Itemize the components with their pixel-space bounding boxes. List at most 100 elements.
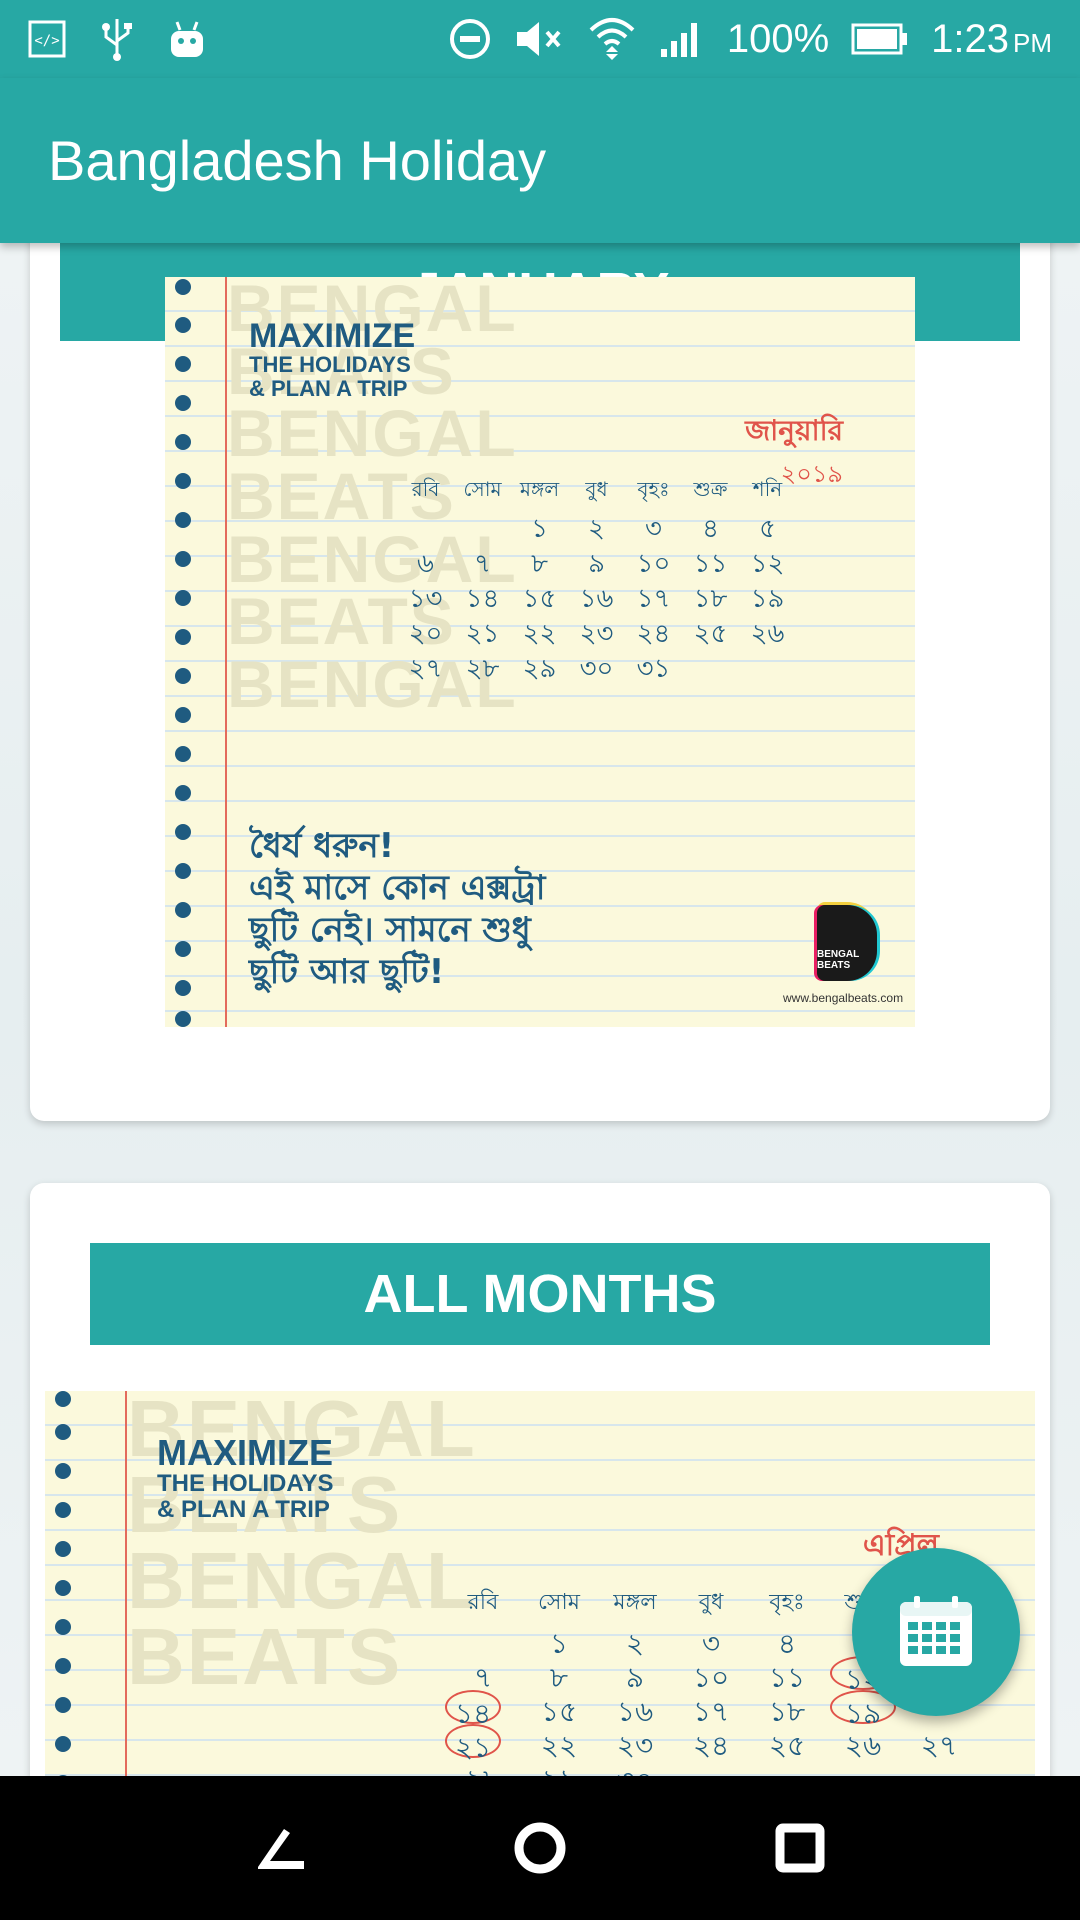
- home-button[interactable]: [500, 1808, 580, 1888]
- clock-ampm: PM: [1013, 27, 1052, 58]
- android-icon: [168, 19, 206, 59]
- week-row: ২৭ ২৮ ২৯ ৩০ ৩১: [397, 648, 796, 684]
- day: ১৫: [522, 584, 557, 614]
- day: [445, 1622, 521, 1656]
- weekday: বৃহঃ: [769, 1590, 805, 1615]
- day: ২৩: [579, 619, 614, 649]
- weekday: বুধ: [585, 477, 608, 501]
- day: ২৩: [616, 1729, 654, 1762]
- brand-url: www.bengalbeats.com: [783, 991, 904, 1005]
- day: ৮: [549, 1661, 569, 1694]
- calendar-fab-button[interactable]: [852, 1548, 1020, 1716]
- clock: 1:23 PM: [931, 17, 1052, 62]
- weekday: রবি: [467, 1590, 499, 1615]
- weekday: সোম: [537, 1590, 581, 1615]
- weekday: শুক্র: [693, 477, 728, 501]
- day: ১: [549, 1627, 569, 1660]
- notebook-holes: [55, 1391, 71, 1776]
- day: ৯: [588, 549, 605, 579]
- day: ১৮: [768, 1695, 806, 1728]
- day: ৭: [473, 1661, 493, 1694]
- headline-line: MAXIMIZE: [157, 1432, 333, 1473]
- day: ২৬: [750, 619, 785, 649]
- recents-button[interactable]: [760, 1808, 840, 1888]
- weekday: মঙ্গল: [519, 477, 560, 501]
- day: ৩: [645, 514, 662, 544]
- headline-line: & PLAN A TRIP: [157, 1496, 330, 1523]
- headline-line: & PLAN A TRIP: [249, 376, 408, 401]
- back-icon: [258, 1829, 304, 1869]
- week-row: ২০ ২১ ২২ ২৩ ২৪ ২৫ ২৬: [397, 613, 796, 649]
- day: [739, 648, 796, 683]
- day: ৯: [625, 1661, 645, 1694]
- headline-line: MAXIMIZE: [249, 317, 416, 355]
- weekday-row: রবি সোম মঙ্গল বুধ বৃহঃ শুক্র শনি: [397, 475, 796, 508]
- day: ২৭: [920, 1729, 958, 1762]
- all-months-banner: ALL MONTHS: [90, 1243, 990, 1345]
- weekday: সোম: [463, 477, 502, 501]
- calendar-grid: রবি সোম মঙ্গল বুধ বৃহঃ শুক্র শনি ১২৩৪৫ ৬…: [397, 475, 796, 684]
- weekday: মঙ্গল: [613, 1590, 657, 1615]
- week-row: ৬ ৭ ৮ ৯ ১০ ১১ ১২: [397, 543, 796, 579]
- day: ৬: [417, 549, 434, 579]
- app-bar: Bangladesh Holiday: [0, 78, 1080, 243]
- code-icon: </>: [28, 20, 66, 58]
- notebook-holes: [175, 277, 191, 1027]
- poster-headline: MAXIMIZE THE HOLIDAYS & PLAN A TRIP: [157, 1435, 333, 1523]
- calendar-image[interactable]: BENGAL BEATS BENGAL BEATS BENGAL BEATS B…: [165, 277, 915, 1027]
- day: ২৫: [768, 1729, 806, 1762]
- day: ২৫: [693, 619, 728, 649]
- day: ২৮: [465, 654, 500, 684]
- day: ৩: [701, 1627, 721, 1660]
- day: ৪: [777, 1627, 797, 1660]
- day: ১১: [693, 549, 728, 579]
- day: ২২: [540, 1729, 578, 1762]
- day: ২৬: [844, 1729, 882, 1762]
- headline-line: THE HOLIDAYS: [249, 352, 411, 377]
- weekday: বুধ: [698, 1590, 724, 1615]
- status-bar: </> 100% 1:23 PM: [0, 0, 1080, 78]
- day: ১০: [692, 1661, 730, 1694]
- do-not-disturb-icon: [449, 18, 491, 60]
- watermark-line: BENGAL: [127, 1536, 477, 1625]
- day: ২২: [522, 619, 557, 649]
- day: ৩০: [597, 1758, 673, 1776]
- day: ১৬: [579, 584, 614, 614]
- day: ৩১: [636, 654, 671, 684]
- day: ৫: [759, 514, 776, 544]
- day: [397, 508, 454, 543]
- day: ১৭: [636, 584, 671, 614]
- usb-icon: [100, 17, 134, 61]
- day: ১৪: [465, 584, 500, 614]
- home-icon: [514, 1822, 566, 1874]
- back-button[interactable]: [240, 1808, 320, 1888]
- day: ২: [588, 514, 605, 544]
- tagline-line: ছুটি আর ছুটি!: [249, 952, 445, 992]
- clock-time: 1:23: [931, 16, 1009, 61]
- content-scroll[interactable]: JANUARY BENGAL BEATS BENGAL BEATS BENGAL…: [0, 243, 1080, 1776]
- day: ১৭: [692, 1695, 730, 1728]
- month-card-january: JANUARY BENGAL BEATS BENGAL BEATS BENGAL…: [30, 243, 1050, 1121]
- signal-icon: [659, 19, 705, 59]
- day: ৪: [702, 514, 719, 544]
- day: ২৮: [445, 1758, 521, 1776]
- day: ২৪: [636, 619, 671, 649]
- battery-percent: 100%: [726, 16, 830, 61]
- day: ২০: [408, 619, 443, 649]
- holiday-day: ২১: [445, 1724, 501, 1764]
- navigation-bar: [0, 1776, 1080, 1920]
- battery-icon: [851, 22, 909, 56]
- day: ১০: [636, 549, 671, 579]
- day: ২১: [465, 619, 500, 649]
- tagline-line: এই মাসে কোন এক্সট্রা: [249, 868, 546, 908]
- week-row: ১৩ ১৪ ১৫ ১৬ ১৭ ১৮ ১৯: [397, 578, 796, 614]
- poster-headline: MAXIMIZE THE HOLIDAYS & PLAN A TRIP: [249, 319, 415, 401]
- headline-line: THE HOLIDAYS: [157, 1470, 334, 1497]
- day: ২৯: [521, 1758, 597, 1776]
- svg-text:</>: </>: [34, 33, 59, 49]
- day: [454, 508, 511, 543]
- holiday-day: ১৪: [445, 1690, 501, 1730]
- day: ২৭: [408, 654, 443, 684]
- tagline-line: ধৈর্য ধরুন!: [249, 826, 395, 866]
- day: ২৪: [692, 1729, 730, 1762]
